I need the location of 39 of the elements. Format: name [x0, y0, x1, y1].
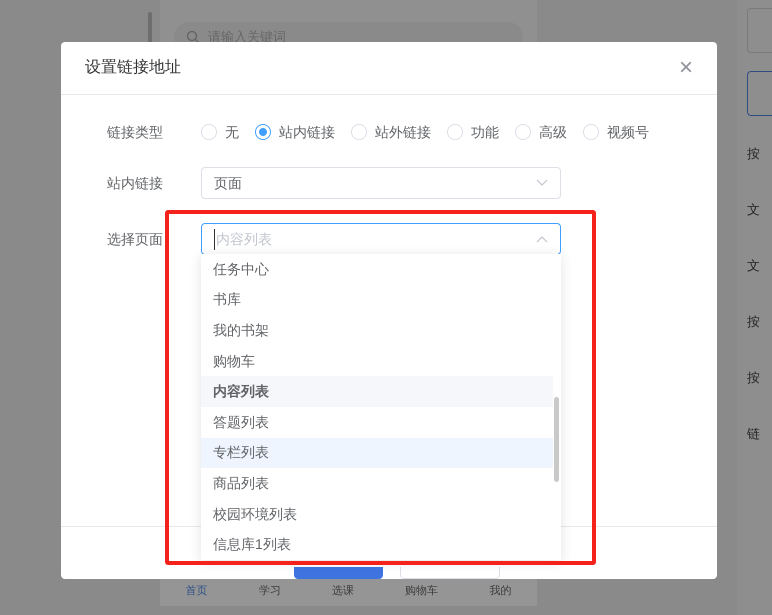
dropdown-option[interactable]: 专栏列表: [201, 438, 553, 468]
dropdown-option[interactable]: 校园环境列表: [201, 498, 553, 530]
cancel-button[interactable]: [400, 567, 500, 579]
search-icon: [186, 30, 200, 44]
tab-bar-item[interactable]: 我的: [489, 582, 512, 600]
dialog-title: 设置链接地址: [85, 58, 181, 78]
field-label: 链接类型: [107, 122, 164, 142]
form-label: 文: [747, 201, 761, 219]
form-label: 按: [747, 369, 761, 387]
form-label: 按: [747, 145, 761, 163]
scrollbar-thumb[interactable]: [554, 397, 559, 482]
dropdown-option[interactable]: 购物车: [201, 346, 553, 376]
radio-option[interactable]: 高级: [515, 122, 567, 142]
radio-option[interactable]: 站外链接: [351, 122, 431, 142]
dropdown-option[interactable]: 任务中心: [201, 254, 553, 285]
select-field[interactable]: 页面: [201, 167, 561, 199]
tab-bar-item[interactable]: 学习: [258, 582, 281, 600]
dropdown-option[interactable]: 内容列表: [201, 376, 553, 407]
chevron-up-icon: [536, 235, 548, 243]
radio-option[interactable]: 无: [201, 122, 239, 142]
tab-bar-item[interactable]: 购物车: [405, 582, 438, 600]
form-label: 按: [747, 313, 761, 331]
dropdown-option[interactable]: 我的书架: [201, 315, 553, 346]
radio-option[interactable]: 功能: [447, 122, 499, 142]
field-label: 站内链接: [107, 174, 164, 192]
form-label: 文: [747, 257, 761, 275]
confirm-button[interactable]: [294, 567, 383, 579]
panel-button[interactable]: [747, 71, 772, 116]
tab-bar-item[interactable]: 选课: [332, 582, 354, 600]
dropdown-option[interactable]: 商品列表: [201, 468, 553, 499]
dropdown-option[interactable]: 信息库1列表: [201, 529, 553, 560]
chevron-down-icon: [536, 179, 548, 187]
radio-option[interactable]: 视频号: [583, 122, 649, 142]
dropdown-option[interactable]: 书库: [201, 284, 553, 316]
dropdown-option[interactable]: 答题列表: [201, 406, 553, 438]
field-label: 选择页面: [107, 230, 164, 248]
form-label: 链: [747, 425, 761, 443]
close-button[interactable]: ×: [678, 56, 693, 80]
radio-option[interactable]: 站内链接: [255, 122, 335, 142]
